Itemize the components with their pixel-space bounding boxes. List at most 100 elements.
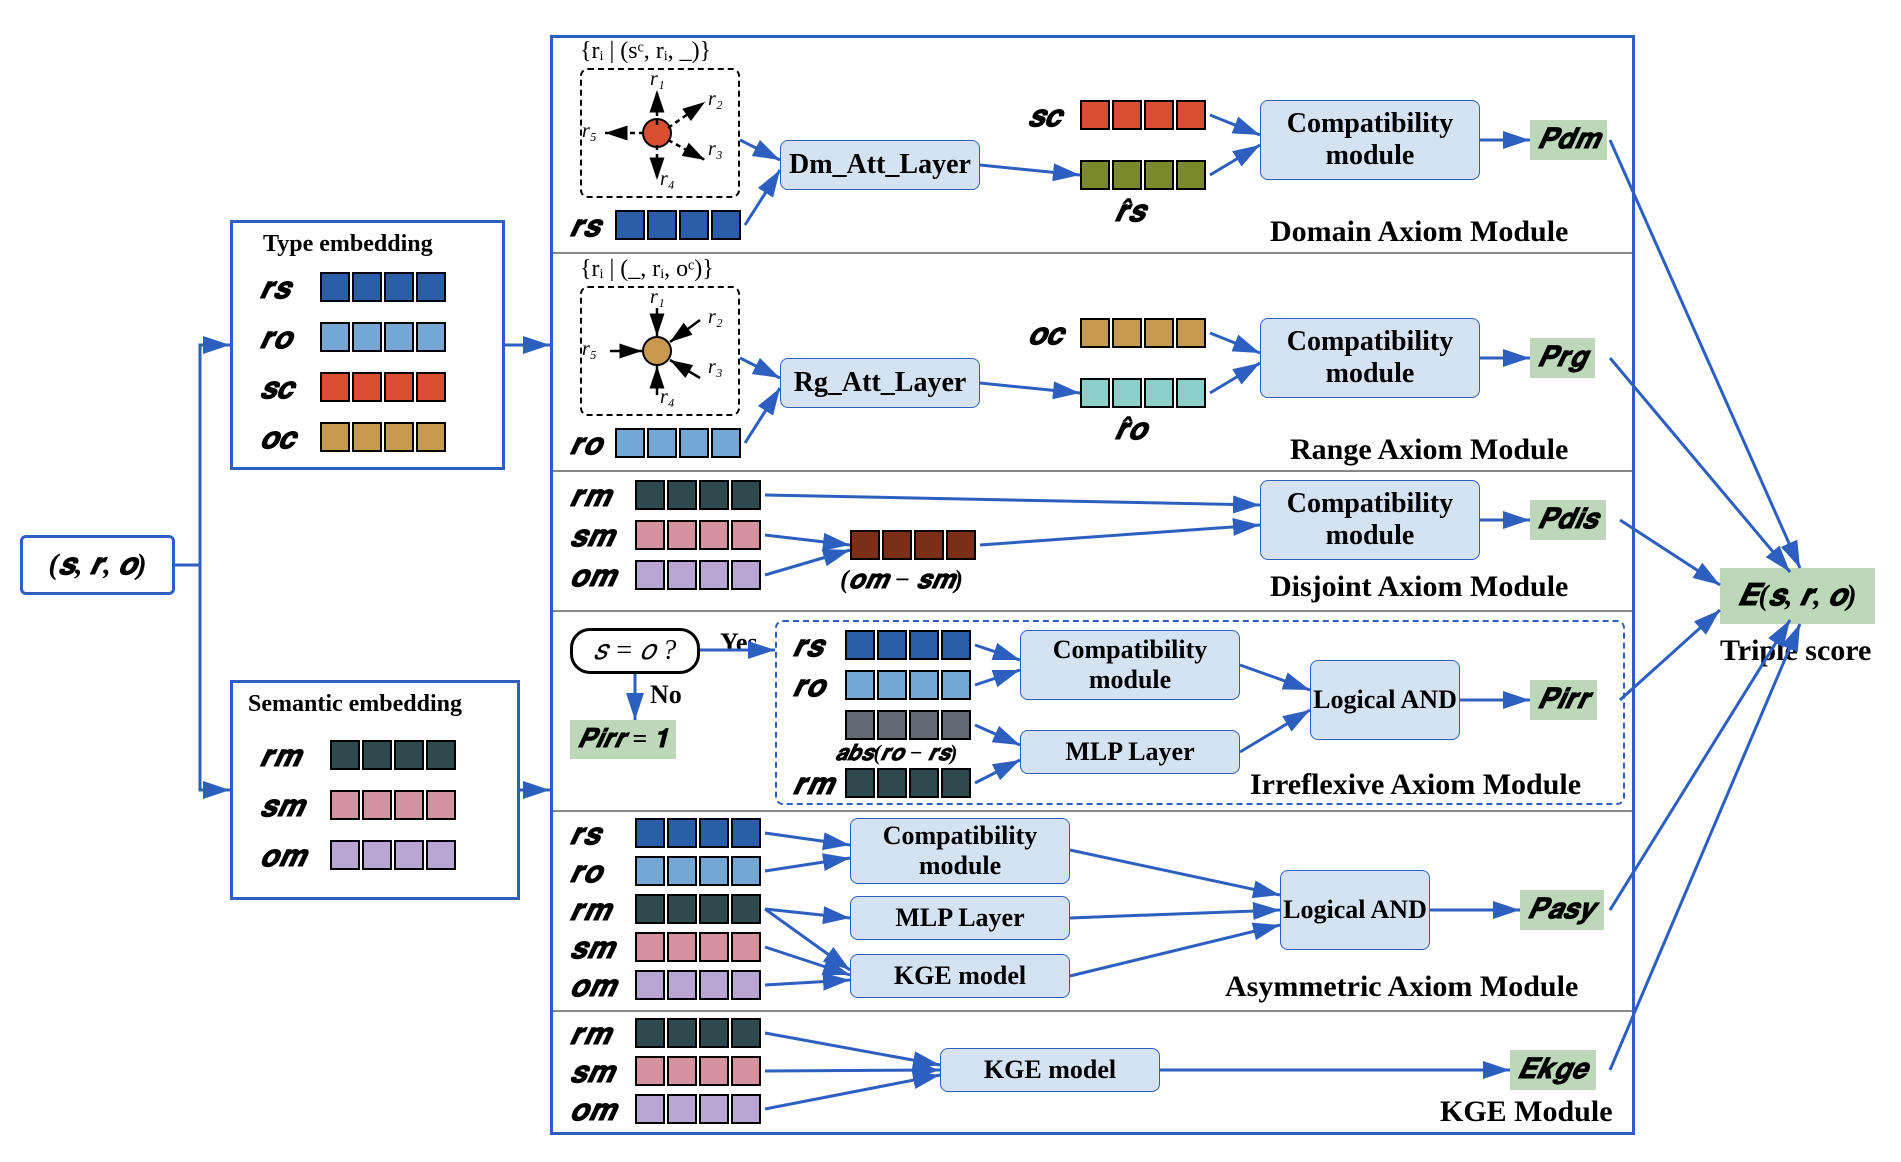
rg-compat-label: Compatibility module	[1261, 326, 1479, 390]
rg-p-box: 𝑷𝒓𝒈	[1530, 338, 1595, 378]
kge-om-label: 𝒐𝒎	[570, 1094, 615, 1128]
se-rm-cells	[330, 740, 456, 770]
kge-sm-cells	[635, 1056, 761, 1086]
asy-ro-label: 𝒓𝒐	[570, 856, 602, 890]
irr-compat-label: Compatibility module	[1021, 635, 1239, 695]
irr-mlp-label: MLP Layer	[1065, 737, 1194, 767]
dm-p-box: 𝑷𝒅𝒎	[1530, 120, 1607, 160]
semantic-embedding-title: Semantic embedding	[248, 691, 462, 718]
input-triple-box: (𝒔, 𝒓, 𝒐)	[20, 535, 175, 595]
se-om-cells	[330, 840, 456, 870]
irr-p-label: 𝑷𝒊𝒓𝒓	[1538, 684, 1589, 716]
sep-4	[553, 810, 1632, 812]
asy-and-label: Logical AND	[1283, 895, 1427, 925]
se-sm-label: 𝒔𝒎	[260, 790, 304, 824]
dis-sm-cells	[635, 520, 761, 550]
dm-compat-label: Compatibility module	[1261, 108, 1479, 172]
rg-rhat-label: 𝒓̂𝒐	[1115, 413, 1147, 447]
asy-sm-label: 𝒔𝒎	[570, 932, 614, 966]
irr-rs-label: 𝒓𝒔	[793, 630, 823, 664]
dm-r3: r₃	[708, 138, 723, 161]
dm-node-circle	[642, 118, 672, 148]
asy-mlp: MLP Layer	[850, 896, 1070, 940]
se-rm-label: 𝒓𝒎	[260, 740, 300, 774]
irr-yes: Yes	[720, 628, 758, 658]
kge-rm-label: 𝒓𝒎	[570, 1018, 610, 1052]
dm-title: Domain Axiom Module	[1270, 215, 1568, 249]
asy-kge-label: KGE model	[894, 961, 1026, 991]
kge-rm-cells	[635, 1018, 761, 1048]
sep-5	[553, 1010, 1632, 1012]
diagram-canvas: (𝒔, 𝒓, 𝒐) Type embedding 𝒓𝒔 𝒓𝒐 𝒔𝒄 𝒐𝒄 Sem…	[20, 20, 1881, 1142]
asy-p-label: 𝑷𝒂𝒔𝒚	[1528, 894, 1596, 926]
rg-node-circle	[642, 336, 672, 366]
kge-e-box: 𝑬𝒌𝒈𝒆	[1510, 1050, 1596, 1090]
sep-3	[553, 610, 1632, 612]
dm-rhat-label: 𝒓̂𝒔	[1115, 195, 1145, 229]
asy-ro-cells	[635, 856, 761, 886]
te-oc-cells	[320, 422, 446, 452]
kge-sm-label: 𝒔𝒎	[570, 1056, 614, 1090]
asy-om-cells	[635, 970, 761, 1000]
te-oc-label: 𝒐𝒄	[260, 422, 295, 456]
kge-model-label: KGE model	[984, 1055, 1116, 1085]
kge-title: KGE Module	[1440, 1095, 1613, 1129]
dm-att-layer: Dm_Att_Layer	[780, 140, 980, 190]
dm-rhat-cells	[1080, 160, 1206, 190]
rg-p-label: 𝑷𝒓𝒈	[1538, 342, 1587, 374]
te-ro-cells	[320, 322, 446, 352]
dm-r5: r₅	[582, 120, 597, 143]
asy-mlp-label: MLP Layer	[895, 903, 1024, 933]
dm-compat: Compatibility module	[1260, 100, 1480, 180]
irr-p-one: 𝑷𝒊𝒓𝒓 = 𝟏	[570, 720, 676, 759]
irr-and-label: Logical AND	[1313, 685, 1457, 715]
rg-r1: r₁	[650, 286, 665, 309]
irr-p-box: 𝑷𝒊𝒓𝒓	[1530, 680, 1597, 720]
te-sc-label: 𝒔𝒄	[260, 372, 293, 406]
dis-diff-label: (𝒐𝒎 − 𝒔𝒎)	[840, 565, 963, 596]
dm-r2: r₂	[708, 88, 723, 111]
dm-r4: r₄	[660, 168, 675, 191]
asy-p-box: 𝑷𝒂𝒔𝒚	[1520, 890, 1604, 930]
input-triple-label: (𝒔, 𝒓, 𝒐)	[48, 548, 146, 582]
dis-p-label: 𝑷𝒅𝒊𝒔	[1538, 504, 1598, 536]
dis-diff-cells	[850, 530, 976, 560]
dis-rm-label: 𝒓𝒎	[570, 480, 610, 514]
kge-e-label: 𝑬𝒌𝒈𝒆	[1518, 1054, 1588, 1086]
rg-oc-label: 𝒐𝒄	[1028, 318, 1063, 352]
irr-question-box: 𝑠 = 𝑜 ?	[570, 628, 700, 674]
rg-r4: r₄	[660, 386, 675, 409]
rg-title: Range Axiom Module	[1290, 433, 1568, 467]
sep-1	[553, 252, 1632, 254]
type-embedding-title: Type embedding	[263, 231, 433, 258]
asy-title: Asymmetric Axiom Module	[1225, 970, 1578, 1004]
dm-att-layer-label: Dm_Att_Layer	[789, 149, 971, 181]
te-sc-cells	[320, 372, 446, 402]
dis-title: Disjoint Axiom Module	[1270, 570, 1568, 604]
irr-rs-cells	[845, 630, 971, 660]
asy-compat: Compatibility module	[850, 818, 1070, 884]
output-label: Triple score	[1720, 634, 1871, 668]
dm-rs-label: 𝒓𝒔	[570, 210, 600, 244]
irr-abs-label: 𝒂𝒃𝒔(𝒓𝒐 − 𝒓𝒔)	[835, 740, 957, 766]
asy-rs-cells	[635, 818, 761, 848]
irr-mlp: MLP Layer	[1020, 730, 1240, 774]
output-score-label: 𝑬(𝒔, 𝒓, 𝒐)	[1738, 579, 1856, 613]
te-rs-cells	[320, 272, 446, 302]
dis-compat: Compatibility module	[1260, 480, 1480, 560]
irr-compat: Compatibility module	[1020, 630, 1240, 700]
kge-om-cells	[635, 1094, 761, 1124]
rg-set-label: {rᵢ | (_, rᵢ, oᶜ)}	[580, 256, 714, 283]
output-score-box: 𝑬(𝒔, 𝒓, 𝒐)	[1720, 568, 1875, 624]
irr-abs-cells	[845, 710, 971, 740]
irr-and: Logical AND	[1310, 660, 1460, 740]
irr-p-one-label: 𝑷𝒊𝒓𝒓 = 𝟏	[578, 724, 668, 755]
irr-rm-cells	[845, 768, 971, 798]
irr-ro-cells	[845, 670, 971, 700]
dis-om-cells	[635, 560, 761, 590]
asy-and: Logical AND	[1280, 870, 1430, 950]
dis-om-label: 𝒐𝒎	[570, 560, 615, 594]
se-sm-cells	[330, 790, 456, 820]
dm-sc-label: 𝒔𝒄	[1028, 100, 1061, 134]
rg-r3: r₃	[708, 356, 723, 379]
